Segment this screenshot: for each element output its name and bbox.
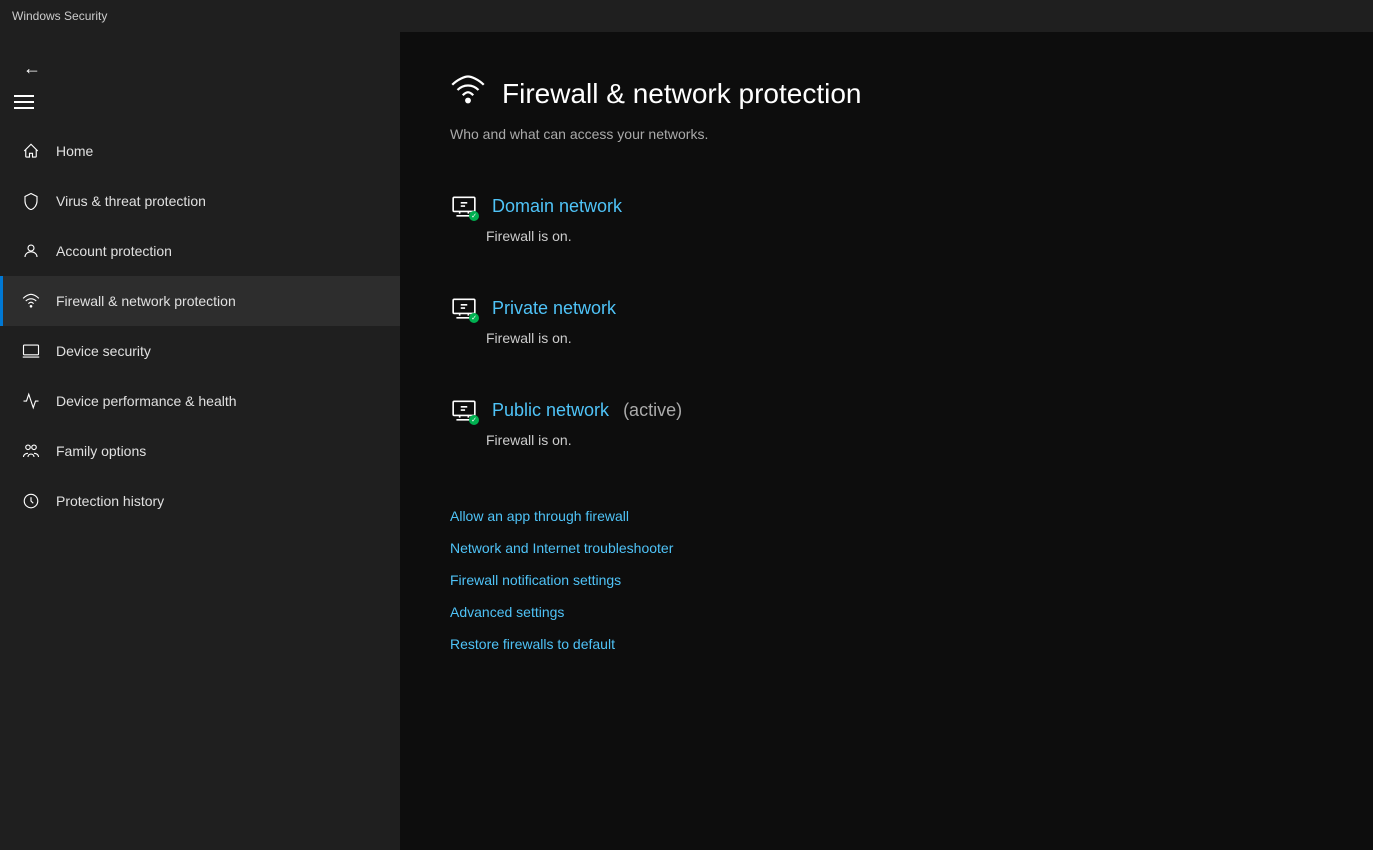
public-network-card: ✓ Public network (active) Firewall is on…	[450, 386, 1323, 458]
allow-app-link[interactable]: Allow an app through firewall	[450, 508, 1323, 524]
public-network-link[interactable]: Public network	[492, 400, 609, 421]
domain-network-header: ✓ Domain network	[450, 192, 1323, 220]
domain-network-link[interactable]: Domain network	[492, 196, 622, 217]
hamburger-line-1	[14, 95, 34, 97]
sidebar-item-device-health[interactable]: Device performance & health	[0, 376, 400, 426]
page-icon	[450, 72, 486, 116]
main-layout: ← Home	[0, 32, 1373, 850]
domain-network-icon: ✓	[450, 192, 478, 220]
sidebar-item-family-label: Family options	[56, 443, 146, 459]
sidebar-item-account-label: Account protection	[56, 243, 172, 259]
sidebar-item-account[interactable]: Account protection	[0, 226, 400, 276]
nav-items: Home Virus & threat protection Acco	[0, 126, 400, 526]
private-network-icon: ✓	[450, 294, 478, 322]
advanced-settings-link[interactable]: Advanced settings	[450, 604, 1323, 620]
heart-monitor-icon	[20, 390, 42, 412]
page-title: Firewall & network protection	[502, 78, 861, 110]
sidebar-item-virus-label: Virus & threat protection	[56, 193, 206, 209]
history-icon	[20, 490, 42, 512]
sidebar: ← Home	[0, 32, 400, 850]
sidebar-item-firewall-label: Firewall & network protection	[56, 293, 236, 309]
app-title: Windows Security	[12, 9, 107, 23]
public-network-icon: ✓	[450, 396, 478, 424]
sidebar-item-virus[interactable]: Virus & threat protection	[0, 176, 400, 226]
hamburger-menu-button[interactable]	[8, 86, 40, 118]
public-network-active-badge: (active)	[623, 400, 682, 421]
sidebar-item-history-label: Protection history	[56, 493, 164, 509]
content-area: Firewall & network protection Who and wh…	[400, 32, 1373, 850]
page-subtitle: Who and what can access your networks.	[450, 126, 1323, 142]
private-network-status: Firewall is on.	[486, 330, 1323, 346]
wifi-icon	[20, 290, 42, 312]
private-network-header: ✓ Private network	[450, 294, 1323, 322]
domain-network-card: ✓ Domain network Firewall is on.	[450, 182, 1323, 254]
sidebar-item-family[interactable]: Family options	[0, 426, 400, 476]
sidebar-item-history[interactable]: Protection history	[0, 476, 400, 526]
public-network-header: ✓ Public network (active)	[450, 396, 1323, 424]
page-header: Firewall & network protection	[450, 72, 1323, 116]
restore-default-link[interactable]: Restore firewalls to default	[450, 636, 1323, 652]
troubleshooter-link[interactable]: Network and Internet troubleshooter	[450, 540, 1323, 556]
hamburger-line-2	[14, 101, 34, 103]
shield-icon	[20, 190, 42, 212]
sidebar-item-device-health-label: Device performance & health	[56, 393, 237, 409]
public-network-status: Firewall is on.	[486, 432, 1323, 448]
links-section: Allow an app through firewall Network an…	[450, 508, 1323, 652]
sidebar-item-device-security[interactable]: Device security	[0, 326, 400, 376]
domain-network-status: Firewall is on.	[486, 228, 1323, 244]
hamburger-line-3	[14, 107, 34, 109]
family-icon	[20, 440, 42, 462]
notification-settings-link[interactable]: Firewall notification settings	[450, 572, 1323, 588]
laptop-icon	[20, 340, 42, 362]
home-icon	[20, 140, 42, 162]
sidebar-item-home[interactable]: Home	[0, 126, 400, 176]
private-network-card: ✓ Private network Firewall is on.	[450, 284, 1323, 356]
sidebar-top: ←	[0, 40, 400, 96]
title-bar: Windows Security	[0, 0, 1373, 32]
sidebar-item-firewall[interactable]: Firewall & network protection	[0, 276, 400, 326]
private-network-link[interactable]: Private network	[492, 298, 616, 319]
sidebar-item-home-label: Home	[56, 143, 93, 159]
person-icon	[20, 240, 42, 262]
back-button[interactable]: ←	[16, 52, 48, 84]
sidebar-item-device-security-label: Device security	[56, 343, 151, 359]
